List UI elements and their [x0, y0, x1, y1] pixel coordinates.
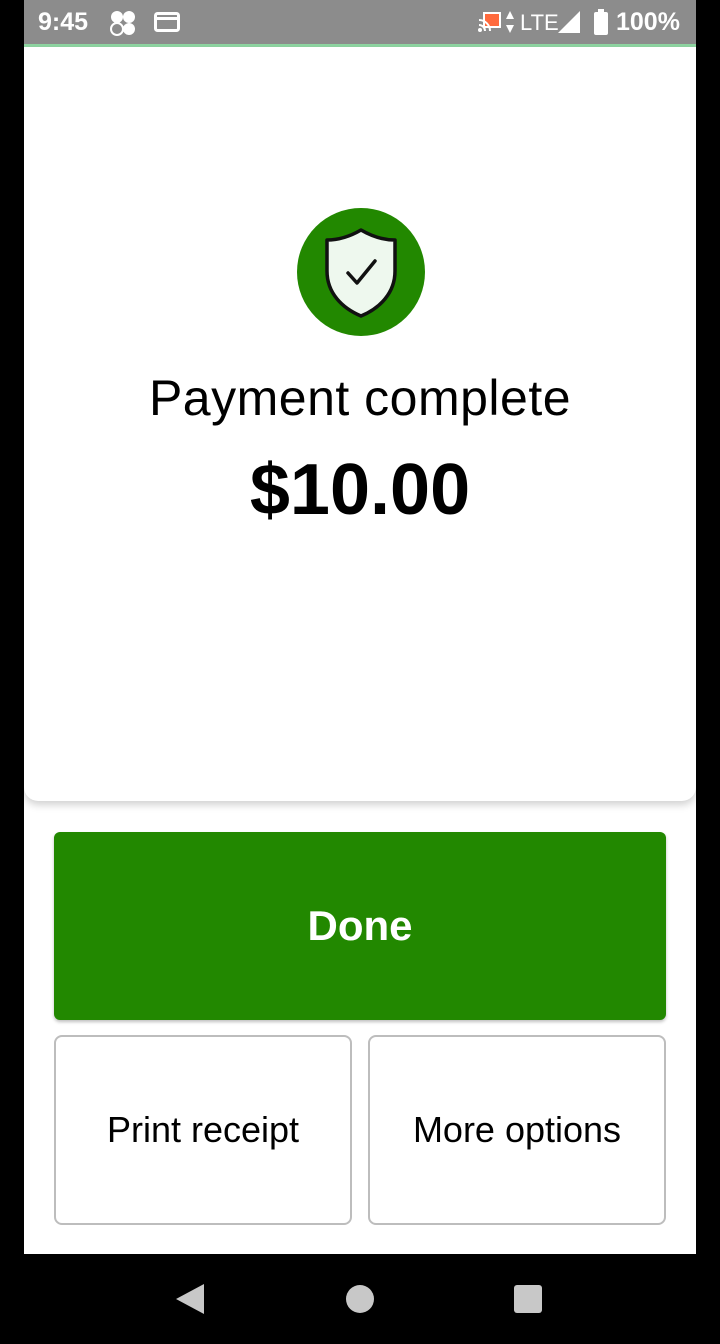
- payment-result-card: Payment complete $10.00: [24, 47, 696, 801]
- card-icon: [154, 12, 180, 32]
- cast-icon: [478, 12, 501, 32]
- success-badge: [297, 208, 425, 336]
- payment-amount: $10.00: [249, 450, 471, 530]
- payment-screen: Payment complete $10.00 Done Print recei…: [24, 47, 696, 1254]
- status-bar: 9:45 LTE 100%: [24, 0, 696, 47]
- data-arrows-icon: [506, 11, 514, 33]
- battery-icon: [594, 9, 608, 35]
- network-label: LTE: [520, 10, 559, 35]
- recents-icon[interactable]: [514, 1285, 542, 1313]
- signal-icon: [558, 11, 580, 33]
- navigation-bar: [0, 1254, 720, 1344]
- page-title: Payment complete: [148, 370, 572, 426]
- shield-check-icon: [325, 228, 397, 318]
- status-time: 9:45: [38, 8, 89, 36]
- done-button[interactable]: Done: [54, 832, 666, 1020]
- print-receipt-button[interactable]: Print receipt: [54, 1035, 352, 1225]
- battery-percentage: 100%: [616, 8, 680, 36]
- clover-icon: [110, 11, 135, 36]
- more-options-button[interactable]: More options: [368, 1035, 666, 1225]
- home-icon[interactable]: [346, 1285, 374, 1313]
- back-icon[interactable]: [174, 1282, 206, 1316]
